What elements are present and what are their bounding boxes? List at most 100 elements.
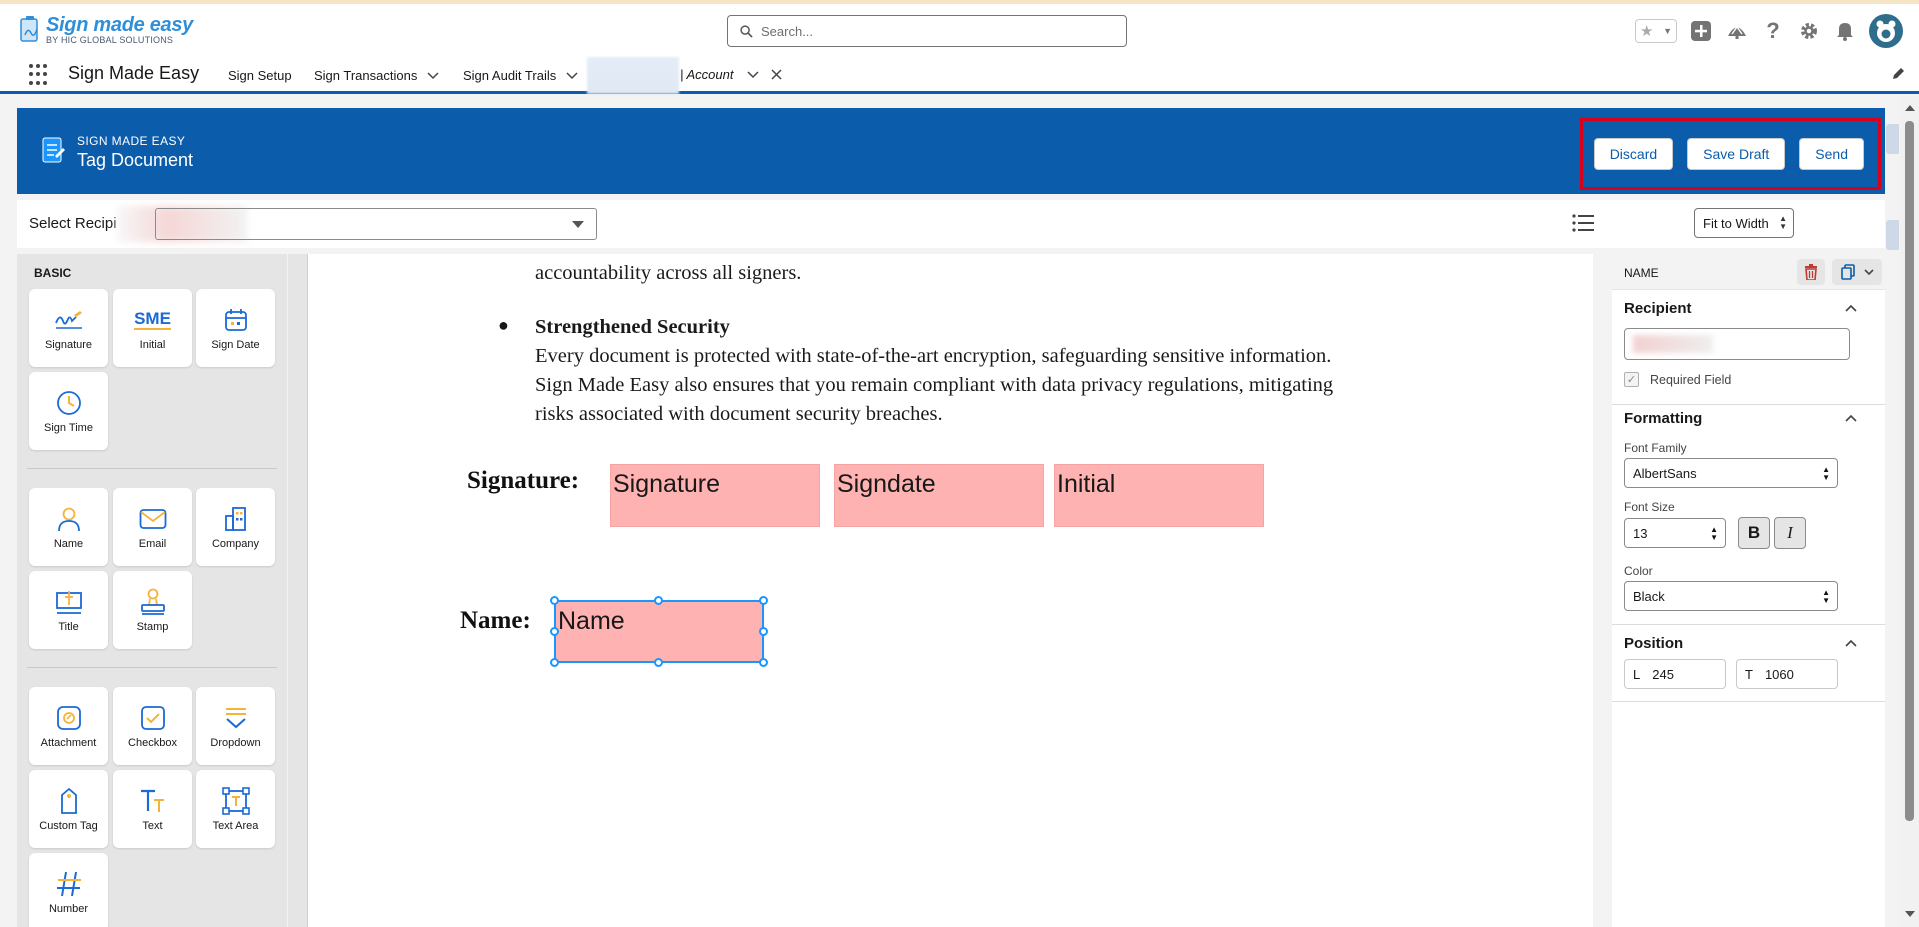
palette-tile-number[interactable]: Number bbox=[29, 853, 108, 927]
list-icon[interactable] bbox=[1572, 214, 1594, 232]
palette-divider bbox=[27, 468, 277, 469]
send-button[interactable]: Send bbox=[1799, 138, 1864, 170]
signdate-field[interactable]: Signdate bbox=[834, 464, 1044, 527]
italic-button[interactable]: I bbox=[1774, 517, 1806, 549]
close-icon[interactable] bbox=[771, 69, 783, 80]
trailhead-button[interactable] bbox=[1725, 19, 1749, 43]
side-panel-tab[interactable] bbox=[1886, 220, 1899, 250]
zoom-select[interactable]: Fit to Width ▲ ▼ bbox=[1694, 208, 1794, 238]
nav-tab-account[interactable]: | Account bbox=[680, 67, 783, 82]
palette-tile-custom-tag[interactable]: Custom Tag bbox=[29, 770, 108, 848]
palette-tile-initial[interactable]: SME Initial bbox=[113, 289, 192, 367]
sign-made-easy-logo[interactable]: Sign made easy BY HIC GLOBAL SOLUTIONS bbox=[18, 14, 193, 45]
chevron-up-icon[interactable] bbox=[1845, 414, 1857, 422]
chevron-up-icon[interactable] bbox=[1845, 304, 1857, 312]
document-tag-icon bbox=[42, 137, 65, 163]
stepper-arrows-icon[interactable]: ▲ ▼ bbox=[1710, 526, 1718, 542]
palette-tile-signature[interactable]: Signature bbox=[29, 289, 108, 367]
edit-nav-icon[interactable] bbox=[1891, 67, 1905, 81]
redacted-recipient-value bbox=[1633, 335, 1713, 353]
tile-label: Signature bbox=[44, 339, 93, 351]
checkbox-icon bbox=[138, 703, 168, 733]
palette-tile-stamp[interactable]: Stamp bbox=[113, 571, 192, 649]
tile-label: Stamp bbox=[136, 621, 169, 633]
resize-handle[interactable] bbox=[759, 627, 768, 636]
palette-tile-sign-time[interactable]: Sign Time bbox=[29, 372, 108, 450]
section-divider bbox=[1612, 701, 1885, 702]
font-size-label: Font Size bbox=[1624, 500, 1675, 514]
global-search-input[interactable]: Search... bbox=[727, 15, 1127, 47]
palette-tile-checkbox[interactable]: Checkbox bbox=[113, 687, 192, 765]
section-divider bbox=[1612, 404, 1885, 405]
nav-item-sign-transactions[interactable]: Sign Transactions bbox=[314, 68, 439, 83]
formatting-section-title: Formatting bbox=[1624, 410, 1703, 427]
app-name: Sign Made Easy bbox=[68, 63, 200, 83]
nav-item-sign-audit-trails[interactable]: Sign Audit Trails bbox=[463, 68, 578, 83]
global-header: Sign made easy BY HIC GLOBAL SOLUTIONS S… bbox=[0, 0, 1919, 57]
name-field-selected[interactable]: Name bbox=[554, 600, 764, 663]
position-top-input[interactable]: T 1060 bbox=[1736, 659, 1838, 689]
resize-handle[interactable] bbox=[759, 596, 768, 605]
palette-tile-text-area[interactable]: Text Area bbox=[196, 770, 275, 848]
palette-tile-title[interactable]: Title bbox=[29, 571, 108, 649]
app-launcher-icon[interactable] bbox=[29, 64, 51, 86]
chevron-down-icon[interactable] bbox=[747, 70, 760, 79]
setup-button[interactable] bbox=[1797, 19, 1821, 43]
document-canvas[interactable]: accountability across all signers. ● Str… bbox=[307, 254, 1593, 927]
resize-handle[interactable] bbox=[759, 658, 768, 667]
save-draft-button[interactable]: Save Draft bbox=[1687, 138, 1786, 170]
chevron-up-icon[interactable] bbox=[1845, 639, 1857, 647]
page-scrollbar[interactable] bbox=[1900, 97, 1919, 927]
star-icon: ★ bbox=[1640, 23, 1654, 40]
trash-icon bbox=[1805, 264, 1817, 280]
palette-tile-company[interactable]: Company bbox=[196, 488, 275, 566]
scroll-down-icon[interactable] bbox=[1905, 911, 1915, 917]
resize-handle[interactable] bbox=[550, 596, 559, 605]
position-left-input[interactable]: L 245 bbox=[1624, 659, 1726, 689]
palette-tile-dropdown[interactable]: Dropdown bbox=[196, 687, 275, 765]
trailhead-icon bbox=[1728, 25, 1746, 39]
required-field-checkbox[interactable]: ✓ bbox=[1624, 372, 1639, 387]
discard-button[interactable]: Discard bbox=[1593, 138, 1674, 170]
scroll-up-icon[interactable] bbox=[1905, 105, 1915, 111]
resize-handle[interactable] bbox=[654, 658, 663, 667]
global-actions-button[interactable] bbox=[1689, 19, 1713, 43]
building-icon bbox=[221, 504, 251, 534]
copy-field-button[interactable] bbox=[1832, 259, 1882, 285]
nav-item-sign-setup[interactable]: Sign Setup bbox=[228, 68, 292, 83]
palette-tile-attachment[interactable]: Attachment bbox=[29, 687, 108, 765]
bullet-icon: ● bbox=[498, 315, 509, 335]
chevron-down-icon[interactable] bbox=[427, 71, 439, 80]
user-avatar[interactable] bbox=[1869, 14, 1903, 48]
font-size-stepper[interactable]: 13 ▲ ▼ bbox=[1624, 518, 1726, 548]
tile-label: Number bbox=[48, 903, 89, 915]
scrollbar-thumb[interactable] bbox=[1905, 121, 1914, 821]
favorites-button[interactable]: ★ ▼ bbox=[1635, 19, 1677, 43]
palette-tile-sign-date[interactable]: Sign Date bbox=[196, 289, 275, 367]
notifications-button[interactable] bbox=[1833, 19, 1857, 43]
recipient-field[interactable] bbox=[1624, 328, 1850, 360]
recipient-select[interactable] bbox=[155, 208, 597, 240]
tile-label: Sign Time bbox=[44, 422, 93, 434]
delete-field-button[interactable] bbox=[1797, 259, 1825, 285]
resize-handle[interactable] bbox=[654, 596, 663, 605]
logo-subtitle: BY HIC GLOBAL SOLUTIONS bbox=[46, 35, 174, 45]
palette-tile-email[interactable]: Email bbox=[113, 488, 192, 566]
help-button[interactable]: ? bbox=[1761, 18, 1785, 43]
palette-tile-text[interactable]: Text bbox=[113, 770, 192, 848]
caret-down-icon bbox=[572, 221, 584, 228]
initial-field[interactable]: Initial bbox=[1054, 464, 1264, 527]
palette-tile-name[interactable]: Name bbox=[29, 488, 108, 566]
copy-icon bbox=[1840, 264, 1855, 280]
doc-bullet-title: Strengthened Security bbox=[535, 316, 730, 338]
resize-handle[interactable] bbox=[550, 658, 559, 667]
font-family-select[interactable]: AlbertSans ▲ ▼ bbox=[1624, 458, 1838, 488]
side-panel-tab[interactable] bbox=[1886, 124, 1899, 154]
bold-button[interactable]: B bbox=[1738, 517, 1770, 549]
color-label: Color bbox=[1624, 564, 1653, 578]
bell-icon bbox=[1837, 23, 1853, 41]
chevron-down-icon[interactable] bbox=[566, 71, 578, 80]
signature-field[interactable]: Signature bbox=[610, 464, 820, 527]
resize-handle[interactable] bbox=[550, 627, 559, 636]
color-select[interactable]: Black ▲ ▼ bbox=[1624, 581, 1838, 611]
